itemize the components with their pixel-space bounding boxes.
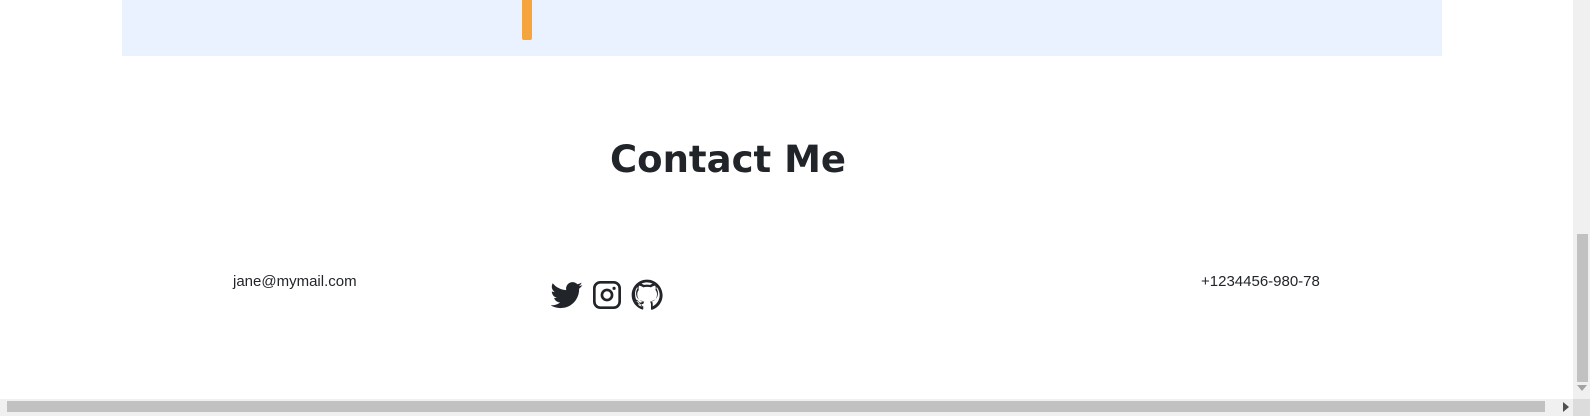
- contact-email: jane@mymail.com: [233, 273, 357, 290]
- instagram-link[interactable]: [590, 278, 624, 312]
- instagram-icon: [593, 281, 621, 309]
- contact-phone: +1234456-980-78: [1201, 273, 1320, 290]
- previous-section-band: [122, 0, 1442, 56]
- twitter-icon: [551, 282, 583, 309]
- horizontal-scrollbar[interactable]: [0, 399, 1573, 416]
- scrollbar-corner: [1573, 399, 1590, 416]
- github-link[interactable]: [630, 278, 664, 312]
- scroll-down-arrow-icon[interactable]: [1577, 385, 1587, 391]
- scroll-right-arrow-icon[interactable]: [1563, 402, 1569, 412]
- progress-marker: [522, 0, 532, 40]
- vertical-scrollbar[interactable]: [1573, 0, 1590, 399]
- horizontal-scrollbar-thumb[interactable]: [7, 401, 1545, 412]
- contact-title: Contact Me: [610, 138, 846, 181]
- twitter-link[interactable]: [550, 278, 584, 312]
- social-links: [550, 277, 664, 313]
- github-icon: [631, 279, 663, 310]
- vertical-scrollbar-thumb[interactable]: [1577, 234, 1588, 382]
- page-viewport: Contact Me jane@mymail.com +1234456-980-…: [0, 0, 1590, 416]
